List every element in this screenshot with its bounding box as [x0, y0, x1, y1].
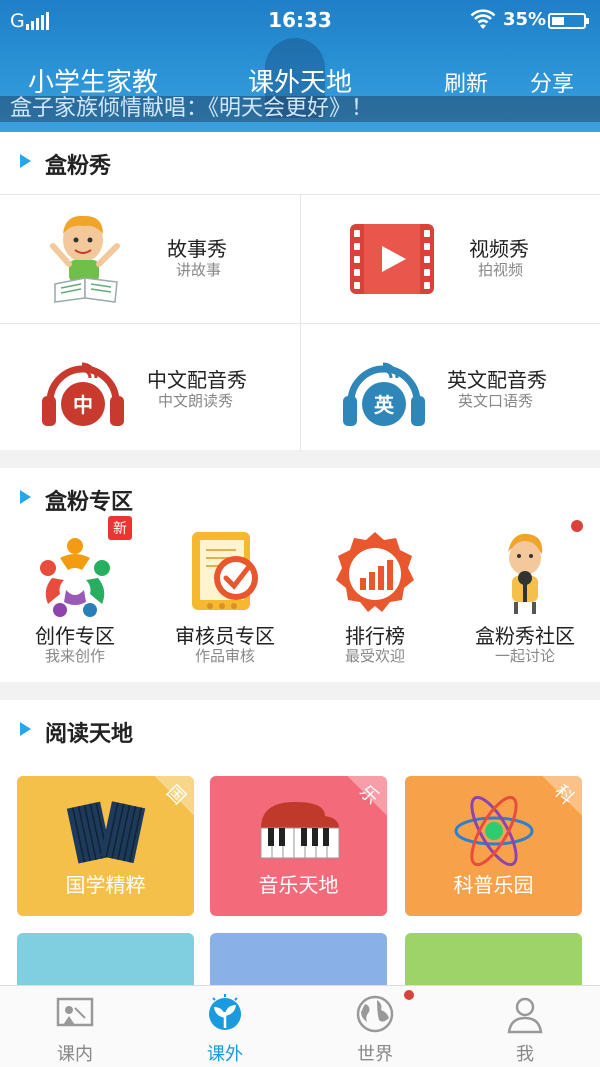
title-bar: 小学生家教 课外天地 刷新 分享	[0, 62, 600, 98]
card-tag: 国	[138, 776, 194, 832]
section-title: 盒粉秀	[45, 154, 112, 179]
app-root: G 16:33 35% 小学生家教 课外天地 刷新 分享 盒子家族倾情献唱：《明…	[0, 0, 600, 1067]
classroom-board-icon	[56, 997, 94, 1027]
story-show-item[interactable]: 故事秀 讲故事	[0, 195, 300, 323]
reading-card-lower[interactable]	[17, 933, 194, 993]
card-tag: 乐	[331, 776, 387, 832]
tab-me[interactable]: 我	[450, 986, 600, 1067]
zone-grid: 新 创作专区 我来创作 审核员专区 作品审核 排行榜 最受欢迎 盒粉秀社区 一起…	[0, 516, 600, 668]
boy-reading-icon	[50, 215, 120, 303]
show-section: 盒粉秀 故事秀 讲故事 视频秀 拍视频 中 中文配音秀 中文朗读秀 英 英文配音…	[0, 132, 600, 451]
tab-label: 课内	[57, 1044, 93, 1065]
notification-dot	[404, 990, 414, 1000]
svg-text:中: 中	[73, 393, 93, 417]
refresh-button[interactable]: 刷新	[444, 66, 488, 98]
item-sublabel: 作品审核	[194, 647, 255, 665]
card-label: 音乐天地	[258, 873, 339, 897]
community-item[interactable]: 盒粉秀社区 一起讨论	[450, 520, 600, 668]
status-bar: G 16:33 35%	[0, 0, 600, 40]
tab-world[interactable]: 世界	[300, 986, 450, 1067]
reading-section: 阅读天地 国 国学精粹 乐 音乐天地 科 科普乐园	[0, 700, 600, 993]
section-marker-icon	[20, 490, 31, 504]
english-headphone-icon: 英	[343, 362, 425, 426]
item-sublabel: 我来创作	[44, 647, 105, 665]
notification-dot	[571, 520, 583, 532]
svg-text:英: 英	[374, 393, 395, 417]
item-sublabel: 讲故事	[176, 261, 222, 279]
card-label: 国学精粹	[65, 873, 146, 897]
review-check-icon	[192, 532, 258, 610]
chinese-headphone-icon: 中	[42, 362, 124, 426]
creation-zone-item[interactable]: 新 创作专区 我来创作	[0, 516, 150, 668]
card-label: 科普乐园	[453, 873, 534, 897]
item-sublabel: 拍视频	[478, 261, 524, 279]
tab-label: 我	[516, 1044, 534, 1065]
share-button[interactable]: 分享	[530, 66, 574, 98]
video-show-item[interactable]: 视频秀 拍视频	[301, 195, 600, 323]
bamboo-scroll-icon	[66, 801, 146, 864]
item-label: 视频秀	[469, 237, 529, 261]
item-label: 故事秀	[167, 237, 227, 261]
wifi-icon	[470, 9, 496, 29]
tab-label: 世界	[357, 1044, 393, 1065]
section-header: 盒粉秀	[0, 132, 600, 192]
piano-icon	[260, 802, 340, 859]
battery-icon	[548, 13, 589, 29]
reviewer-zone-item[interactable]: 审核员专区 作品审核	[150, 528, 300, 668]
announcement-ticker[interactable]: 盒子家族倾情献唱：《明天会更好》！	[0, 96, 600, 122]
tab-extracurricular[interactable]: 课外	[150, 986, 300, 1067]
app-title: 小学生家教	[28, 68, 159, 98]
kid-microphone-icon	[508, 533, 543, 614]
user-icon	[507, 997, 543, 1034]
science-card[interactable]: 科 科普乐园	[405, 776, 582, 916]
item-sublabel: 英文口语秀	[458, 392, 534, 410]
sprout-sun-icon	[209, 994, 241, 1030]
card-tag: 科	[526, 776, 582, 832]
page-title: 课外天地	[248, 68, 353, 98]
tab-label: 课外	[207, 1044, 243, 1065]
ranking-item[interactable]: 排行榜 最受欢迎	[300, 528, 450, 668]
music-card[interactable]: 乐 音乐天地	[210, 776, 387, 916]
globe-icon	[356, 995, 394, 1033]
guoxue-card[interactable]: 国 国学精粹	[17, 776, 194, 916]
zone-section: 盒粉专区 新 创作专区 我来创作 审核员专区 作品审核 排行榜 最受欢迎 盒粉秀…	[0, 468, 600, 682]
section-marker-icon	[20, 154, 31, 168]
section-marker-icon	[20, 722, 31, 736]
ranking-chart-icon	[336, 532, 414, 612]
show-grid: 故事秀 讲故事 视频秀 拍视频 中 中文配音秀 中文朗读秀 英 英文配音秀 英文…	[0, 194, 600, 451]
bottom-tab-bar: 课内 课外 世界 我	[0, 985, 600, 1067]
section-header: 盒粉专区	[0, 468, 600, 528]
creation-star-icon	[40, 538, 110, 617]
battery-percent: 35%	[503, 9, 547, 30]
item-label: 中文配音秀	[147, 368, 247, 392]
item-label: 英文配音秀	[447, 368, 547, 392]
header: G 16:33 35% 小学生家教 课外天地 刷新 分享 盒子家族倾情献唱：《明…	[0, 0, 600, 132]
item-sublabel: 最受欢迎	[344, 647, 405, 665]
reading-card-lower[interactable]	[405, 933, 582, 993]
item-sublabel: 一起讨论	[494, 647, 555, 665]
video-film-icon	[350, 224, 434, 294]
english-dub-item[interactable]: 英 英文配音秀 英文口语秀	[301, 323, 600, 451]
section-header: 阅读天地	[0, 700, 600, 760]
reading-card-lower[interactable]	[210, 933, 387, 993]
tab-classroom[interactable]: 课内	[0, 986, 150, 1067]
item-sublabel: 中文朗读秀	[158, 392, 234, 410]
atom-icon	[454, 796, 534, 866]
section-title: 盒粉专区	[45, 490, 134, 515]
section-title: 阅读天地	[45, 722, 134, 747]
chinese-dub-item[interactable]: 中 中文配音秀 中文朗读秀	[0, 323, 300, 451]
new-badge: 新	[108, 516, 132, 540]
